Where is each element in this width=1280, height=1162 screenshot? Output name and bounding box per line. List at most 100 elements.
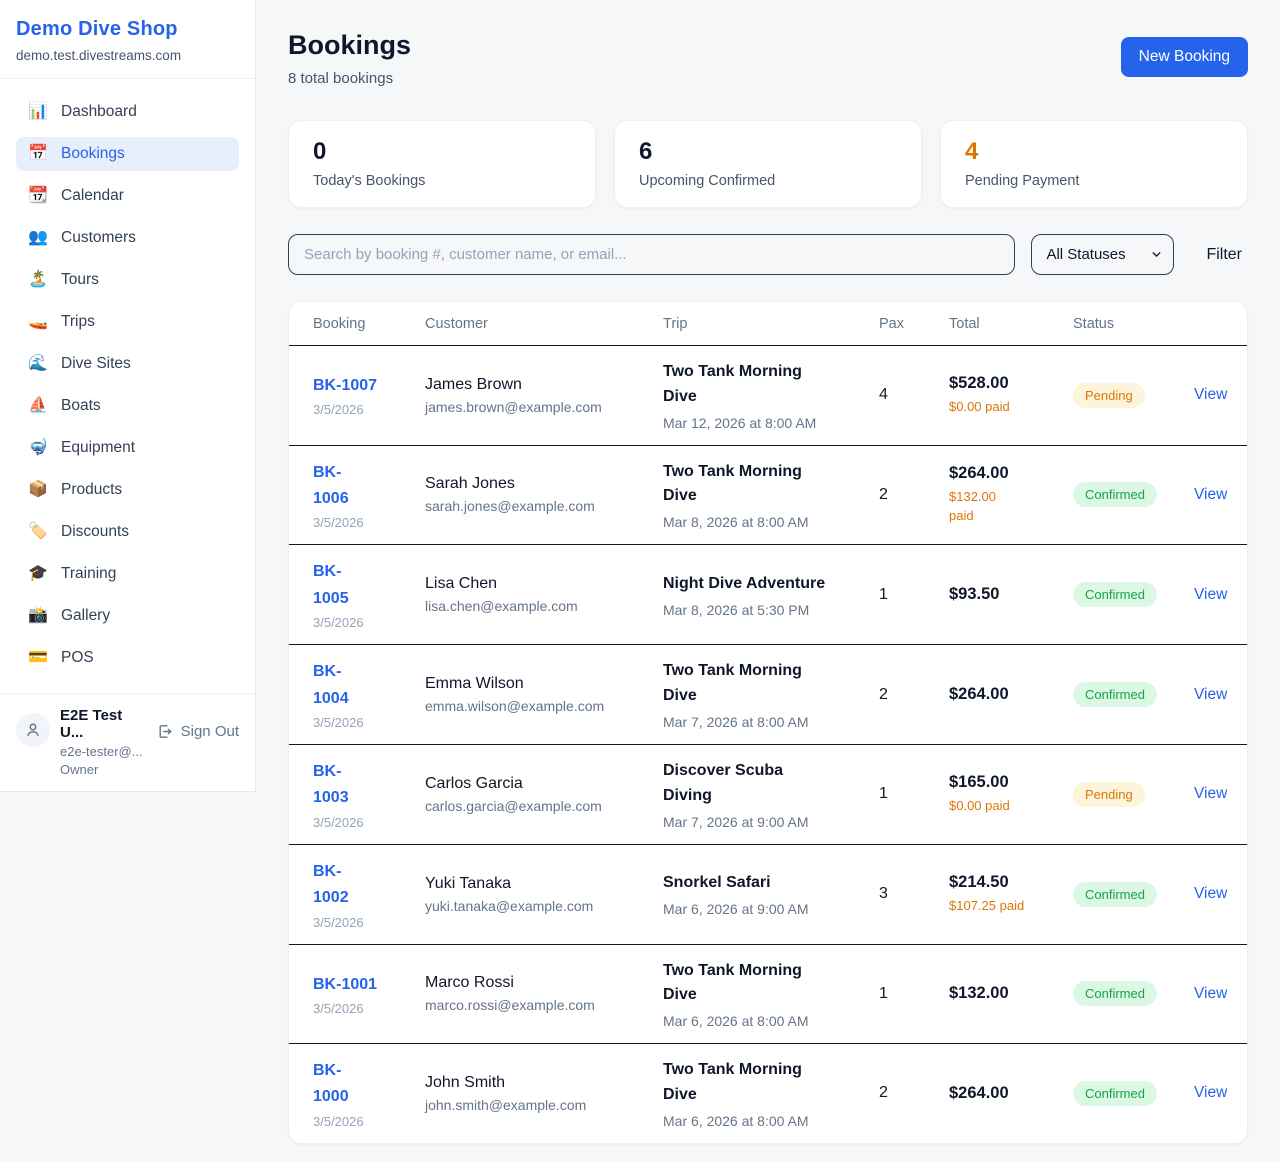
- camera-flash-icon: 📸: [28, 608, 48, 624]
- sidebar-item[interactable]: 🏝️ Tours: [16, 263, 239, 297]
- stat-card: 4 Pending Payment: [940, 120, 1248, 208]
- view-link[interactable]: View: [1194, 785, 1227, 802]
- sidebar-item[interactable]: 🏷️ Discounts: [16, 515, 239, 549]
- booking-row: BK- 1003 3/5/2026 Carlos Garcia carlos.g…: [289, 744, 1248, 844]
- booking-row: BK- 1002 3/5/2026 Yuki Tanaka yuki.tanak…: [289, 844, 1248, 944]
- sidebar-item[interactable]: 💳 POS: [16, 641, 239, 675]
- booking-id-link[interactable]: BK- 1005: [313, 559, 349, 612]
- shop-domain: demo.test.divestreams.com: [16, 48, 239, 63]
- booking-id-link[interactable]: BK- 1000: [313, 1058, 349, 1111]
- total-amount: $165.00: [949, 773, 1045, 792]
- sidebar-item-label: Tours: [61, 271, 99, 289]
- stat-value: 6: [639, 138, 897, 166]
- sidebar-item[interactable]: 📦 Products: [16, 473, 239, 507]
- customer-name: John Smith: [425, 1074, 635, 1092]
- booking-created-date: 3/5/2026: [313, 915, 397, 930]
- sidebar-item-label: Trips: [61, 313, 95, 331]
- view-link[interactable]: View: [1194, 985, 1227, 1002]
- view-link[interactable]: View: [1194, 885, 1227, 902]
- pax-count: 3: [879, 885, 888, 902]
- paid-amount: $0.00 paid: [949, 398, 1045, 417]
- total-amount: $214.50: [949, 873, 1045, 892]
- stat-card: 6 Upcoming Confirmed: [614, 120, 922, 208]
- sidebar-item[interactable]: 🎓 Training: [16, 557, 239, 591]
- bookings-table: Booking Customer Trip Pax Total Status B…: [289, 302, 1248, 1143]
- booking-id-link[interactable]: BK- 1003: [313, 759, 349, 812]
- sidebar-item[interactable]: 📸 Gallery: [16, 599, 239, 633]
- package-icon: 📦: [28, 482, 48, 498]
- status-select[interactable]: All Statuses: [1031, 234, 1174, 275]
- booking-created-date: 3/5/2026: [313, 1114, 397, 1129]
- status-select-wrap: All Statuses: [1031, 234, 1174, 275]
- user-name: E2E Test U...: [60, 707, 147, 741]
- booking-row: BK- 1005 3/5/2026 Lisa Chen lisa.chen@ex…: [289, 545, 1248, 645]
- tear-off-calendar-icon: 📆: [28, 188, 48, 204]
- sidebar-item[interactable]: 🤿 Equipment: [16, 431, 239, 465]
- total-amount: $264.00: [949, 464, 1045, 483]
- customer-name: James Brown: [425, 376, 635, 394]
- sidebar-nav: 📊 Dashboard 📅 Bookings 📆 Calendar 👥 Cust…: [0, 79, 255, 693]
- sidebar-item-label: Dive Sites: [61, 355, 131, 373]
- sidebar-item[interactable]: 🚤 Trips: [16, 305, 239, 339]
- person-icon: [24, 721, 42, 739]
- customer-name: Emma Wilson: [425, 675, 635, 693]
- view-link[interactable]: View: [1194, 386, 1227, 403]
- sidebar-item[interactable]: 📊 Dashboard: [16, 95, 239, 129]
- filter-row: All Statuses Filter: [288, 234, 1248, 275]
- sidebar-item-label: Discounts: [61, 523, 129, 541]
- view-link[interactable]: View: [1194, 686, 1227, 703]
- pax-count: 1: [879, 785, 888, 802]
- status-badge: Confirmed: [1073, 682, 1157, 707]
- trip-datetime: Mar 6, 2026 at 8:00 AM: [663, 1113, 851, 1129]
- table-header-row: Booking Customer Trip Pax Total Status: [289, 302, 1248, 346]
- trip-datetime: Mar 7, 2026 at 8:00 AM: [663, 714, 851, 730]
- view-link[interactable]: View: [1194, 1084, 1227, 1101]
- booking-id-link[interactable]: BK-1007: [313, 373, 377, 399]
- island-icon: 🏝️: [28, 272, 48, 288]
- pax-count: 4: [879, 386, 888, 403]
- view-link[interactable]: View: [1194, 486, 1227, 503]
- status-badge: Confirmed: [1073, 882, 1157, 907]
- filter-button[interactable]: Filter: [1206, 246, 1242, 264]
- trip-datetime: Mar 7, 2026 at 9:00 AM: [663, 814, 851, 830]
- sidebar-item[interactable]: 👥 Customers: [16, 221, 239, 255]
- trip-datetime: Mar 6, 2026 at 8:00 AM: [663, 1013, 851, 1029]
- sidebar-item[interactable]: 📅 Bookings: [16, 137, 239, 171]
- sign-out-button[interactable]: Sign Out: [157, 723, 239, 740]
- booking-id-link[interactable]: BK- 1006: [313, 460, 349, 513]
- booking-id-link[interactable]: BK- 1004: [313, 659, 349, 712]
- stat-label: Upcoming Confirmed: [639, 173, 897, 189]
- pax-count: 2: [879, 1084, 888, 1101]
- bookings-table-card: Booking Customer Trip Pax Total Status B…: [288, 301, 1248, 1144]
- booking-created-date: 3/5/2026: [313, 402, 397, 417]
- customer-email: marco.rossi@example.com: [425, 997, 635, 1013]
- sidebar: Demo Dive Shop demo.test.divestreams.com…: [0, 0, 256, 792]
- booking-row: BK-1001 3/5/2026 Marco Rossi marco.rossi…: [289, 944, 1248, 1044]
- customer-name: Lisa Chen: [425, 575, 635, 593]
- booking-created-date: 3/5/2026: [313, 1001, 397, 1016]
- stat-value: 0: [313, 138, 571, 166]
- avatar: [16, 713, 50, 747]
- paid-amount: $107.25 paid: [949, 897, 1045, 916]
- new-booking-button[interactable]: New Booking: [1121, 37, 1248, 77]
- sidebar-item[interactable]: ⛵ Boats: [16, 389, 239, 423]
- view-link[interactable]: View: [1194, 586, 1227, 603]
- booking-id-link[interactable]: BK-1001: [313, 972, 377, 998]
- total-amount: $132.00: [949, 984, 1045, 1003]
- sidebar-item[interactable]: 🌊 Dive Sites: [16, 347, 239, 381]
- search-input[interactable]: [288, 234, 1015, 275]
- sidebar-item[interactable]: 📆 Calendar: [16, 179, 239, 213]
- calendar-icon: 📅: [28, 146, 48, 162]
- customer-email: emma.wilson@example.com: [425, 698, 635, 714]
- sidebar-item-label: Boats: [61, 397, 101, 415]
- column-header-trip: Trip: [639, 302, 855, 346]
- trip-name: Discover Scuba Diving: [663, 759, 851, 809]
- user-info: E2E Test U... e2e-tester@... Owner: [60, 707, 147, 777]
- column-header-status: Status: [1049, 302, 1170, 346]
- booking-row: BK- 1006 3/5/2026 Sarah Jones sarah.jone…: [289, 445, 1248, 545]
- customer-name: Marco Rossi: [425, 974, 635, 992]
- booking-created-date: 3/5/2026: [313, 715, 397, 730]
- booking-id-link[interactable]: BK- 1002: [313, 859, 349, 912]
- stat-label: Pending Payment: [965, 173, 1223, 189]
- trip-name: Two Tank Morning Dive: [663, 1058, 851, 1108]
